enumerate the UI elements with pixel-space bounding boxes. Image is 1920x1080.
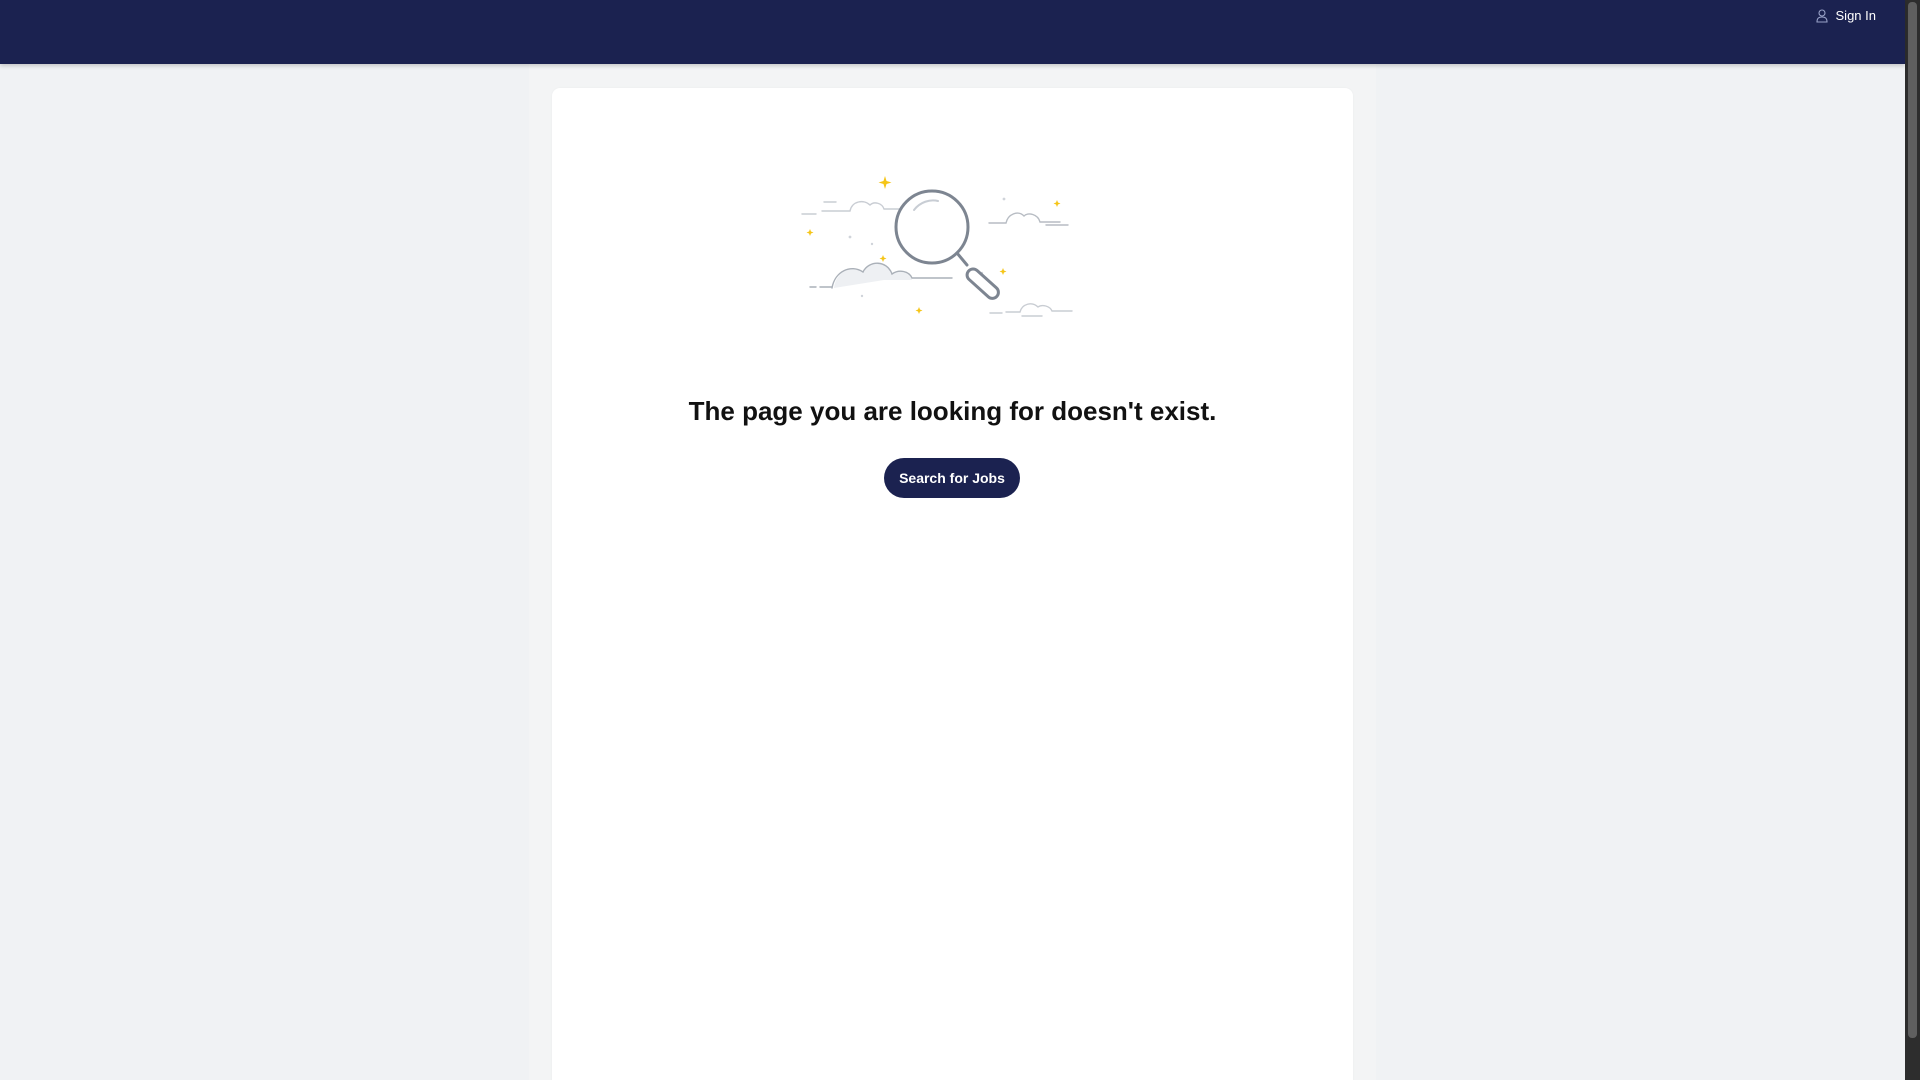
scrollbar-thumb[interactable] bbox=[1908, 2, 1917, 1038]
search-for-jobs-button[interactable]: Search for Jobs bbox=[884, 458, 1020, 498]
sign-in-label: Sign In bbox=[1835, 8, 1876, 23]
magnifier-icon bbox=[894, 189, 1000, 300]
error-heading: The page you are looking for doesn't exi… bbox=[688, 396, 1217, 426]
user-icon bbox=[1815, 8, 1828, 23]
magnifier-clouds-illustration bbox=[792, 168, 1112, 338]
sign-in-link[interactable]: Sign In bbox=[1812, 6, 1880, 25]
error-card: The page you are looking for doesn't exi… bbox=[552, 88, 1353, 1080]
top-navigation-bar: Sign In bbox=[0, 0, 1905, 64]
vertical-scrollbar[interactable] bbox=[1905, 0, 1920, 1080]
page: Sign In The page you are looking for doe… bbox=[0, 0, 1920, 1080]
